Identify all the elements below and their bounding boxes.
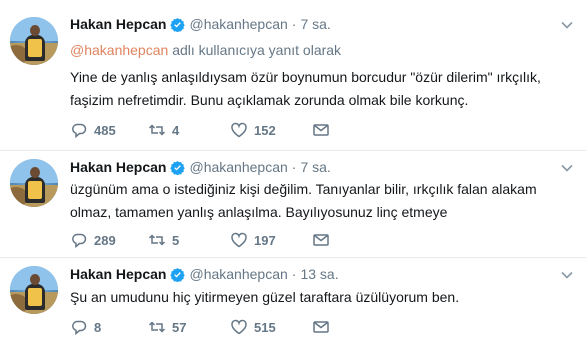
avatar[interactable] bbox=[10, 266, 58, 314]
separator-dot: · bbox=[291, 16, 297, 32]
tweet-text: Yine de yanlış anlaşıldıysam özür boynum… bbox=[70, 69, 541, 108]
retweet-icon bbox=[148, 321, 166, 333]
heart-icon bbox=[231, 232, 247, 248]
separator-dot: · bbox=[291, 266, 297, 282]
author-handle[interactable]: @hakanhepcan bbox=[189, 16, 287, 32]
author-name[interactable]: Hakan Hepcan bbox=[70, 159, 166, 175]
tweet-header: Hakan Hepcan @hakanhepcan · 13 sa. bbox=[70, 264, 339, 284]
author-handle[interactable]: @hakanhepcan bbox=[189, 159, 287, 175]
tweet-text: üzgünüm ama o istediğiniz kişi değilim. … bbox=[70, 181, 537, 220]
timeline: Hakan Hepcan @hakanhepcan · 7 sa. @hakan… bbox=[0, 0, 586, 349]
reply-icon bbox=[72, 233, 87, 249]
tweet[interactable]: Hakan Hepcan @hakanhepcan · 7 sa. @hakan… bbox=[0, 0, 586, 150]
retweet-icon bbox=[148, 124, 166, 136]
reply-button[interactable]: 485 bbox=[70, 121, 148, 139]
reply-context: @hakanhepcan adlı kullanıcıya yanıt olar… bbox=[70, 42, 341, 58]
avatar[interactable] bbox=[10, 159, 58, 207]
retweet-count: 4 bbox=[172, 122, 180, 138]
author-name[interactable]: Hakan Hepcan bbox=[70, 16, 166, 32]
timestamp[interactable]: 13 sa. bbox=[300, 266, 338, 282]
tweet-actions: 289 5 197 bbox=[70, 230, 330, 250]
reply-count: 289 bbox=[94, 232, 116, 248]
tweet-header: Hakan Hepcan @hakanhepcan · 7 sa. bbox=[70, 14, 331, 34]
heart-icon bbox=[231, 319, 247, 335]
retweet-button[interactable]: 4 bbox=[148, 121, 230, 139]
dm-button[interactable] bbox=[312, 121, 330, 139]
tweet-actions: 485 4 152 bbox=[70, 120, 330, 140]
verified-badge-icon bbox=[170, 267, 186, 282]
retweet-button[interactable]: 5 bbox=[148, 231, 230, 249]
tweet[interactable]: Hakan Hepcan @hakanhepcan · 13 sa. Şu an… bbox=[0, 257, 586, 349]
separator-dot: · bbox=[291, 159, 297, 175]
dm-button[interactable] bbox=[312, 231, 330, 249]
like-count: 197 bbox=[254, 232, 276, 248]
like-count: 515 bbox=[254, 319, 276, 335]
like-count: 152 bbox=[254, 122, 276, 138]
reply-icon bbox=[72, 320, 87, 336]
reply-button[interactable]: 289 bbox=[70, 231, 148, 249]
reply-mention-link[interactable]: @hakanhepcan bbox=[70, 42, 168, 58]
timestamp[interactable]: 7 sa. bbox=[300, 159, 330, 175]
timestamp[interactable]: 7 sa. bbox=[300, 16, 330, 32]
like-button[interactable]: 197 bbox=[230, 231, 312, 249]
tweet[interactable]: Hakan Hepcan @hakanhepcan · 7 sa. üzgünü… bbox=[0, 150, 586, 257]
tweet-header: Hakan Hepcan @hakanhepcan · 7 sa. bbox=[70, 157, 331, 177]
tweet-actions: 8 57 515 bbox=[70, 317, 330, 337]
dm-button[interactable] bbox=[312, 318, 330, 336]
reply-count: 485 bbox=[94, 122, 116, 138]
reply-count: 8 bbox=[94, 319, 102, 335]
author-handle[interactable]: @hakanhepcan bbox=[189, 266, 287, 282]
author-name[interactable]: Hakan Hepcan bbox=[70, 266, 166, 282]
reply-context-label: adlı kullanıcıya yanıt olarak bbox=[172, 42, 342, 58]
avatar[interactable] bbox=[10, 17, 58, 65]
like-button[interactable]: 515 bbox=[230, 318, 312, 336]
retweet-count: 5 bbox=[172, 232, 180, 248]
envelope-icon bbox=[313, 321, 329, 333]
retweet-count: 57 bbox=[172, 319, 187, 335]
chevron-down-icon[interactable] bbox=[560, 161, 574, 175]
chevron-down-icon[interactable] bbox=[560, 268, 574, 282]
envelope-icon bbox=[313, 234, 329, 246]
envelope-icon bbox=[313, 124, 329, 136]
like-button[interactable]: 152 bbox=[230, 121, 312, 139]
verified-badge-icon bbox=[170, 160, 186, 175]
reply-button[interactable]: 8 bbox=[70, 318, 148, 336]
heart-icon bbox=[231, 122, 247, 138]
chevron-down-icon[interactable] bbox=[560, 18, 574, 32]
retweet-icon bbox=[148, 234, 166, 246]
tweet-text: Şu an umudunu hiç yitirmeyen güzel taraf… bbox=[70, 289, 460, 305]
verified-badge-icon bbox=[170, 17, 186, 32]
retweet-button[interactable]: 57 bbox=[148, 318, 230, 336]
reply-icon bbox=[72, 123, 87, 139]
